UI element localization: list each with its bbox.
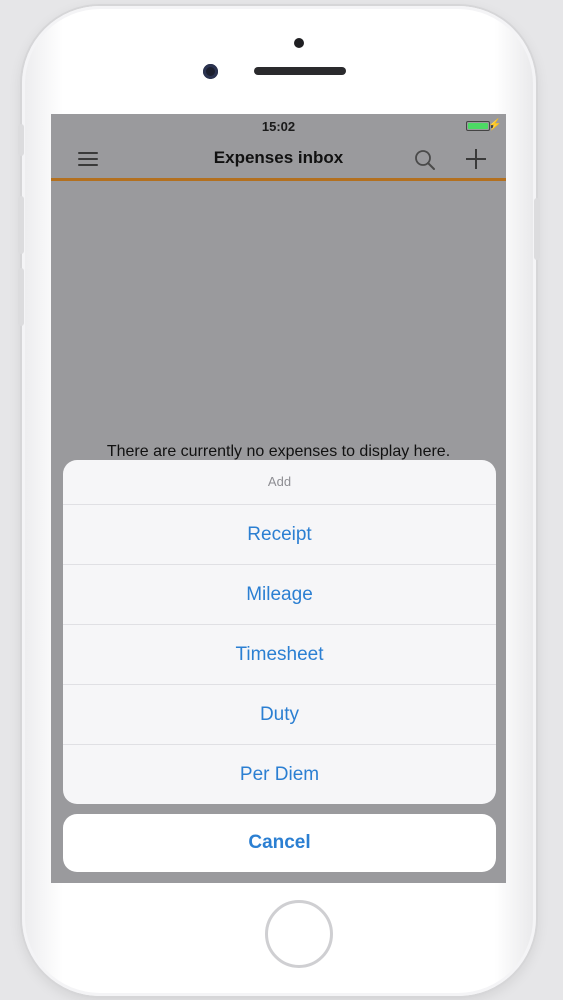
proximity-sensor: [294, 38, 304, 48]
per-diem-option[interactable]: Per Diem: [63, 745, 496, 804]
battery-level: [468, 123, 488, 129]
charging-bolt-icon: ⚡: [488, 119, 502, 131]
status-time: 15:02: [261, 118, 296, 134]
volume-down-button: [18, 268, 24, 326]
mute-switch: [18, 124, 24, 156]
earpiece-speaker: [254, 67, 346, 75]
add-action-sheet: Add Receipt Mileage Timesheet Duty Per D…: [63, 460, 496, 804]
home-button[interactable]: [265, 900, 333, 968]
nav-bar: Expenses inbox: [51, 138, 506, 181]
search-icon[interactable]: [413, 148, 437, 172]
receipt-option[interactable]: Receipt: [63, 505, 496, 565]
cancel-button[interactable]: Cancel: [63, 814, 496, 872]
page-title: Expenses inbox: [213, 148, 344, 167]
app-screen: 15:02 ⚡ Expenses inbox There are current…: [51, 114, 506, 883]
power-button: [534, 198, 540, 260]
duty-option[interactable]: Duty: [63, 685, 496, 745]
action-sheet-title: Add: [63, 460, 496, 505]
plus-icon[interactable]: [465, 148, 487, 170]
status-bar: 15:02 ⚡: [51, 114, 506, 138]
timesheet-option[interactable]: Timesheet: [63, 625, 496, 685]
battery-icon: [466, 121, 490, 131]
mileage-option[interactable]: Mileage: [63, 565, 496, 625]
volume-up-button: [18, 196, 24, 254]
empty-state-message: There are currently no expenses to displ…: [106, 443, 451, 460]
front-camera: [203, 64, 218, 79]
